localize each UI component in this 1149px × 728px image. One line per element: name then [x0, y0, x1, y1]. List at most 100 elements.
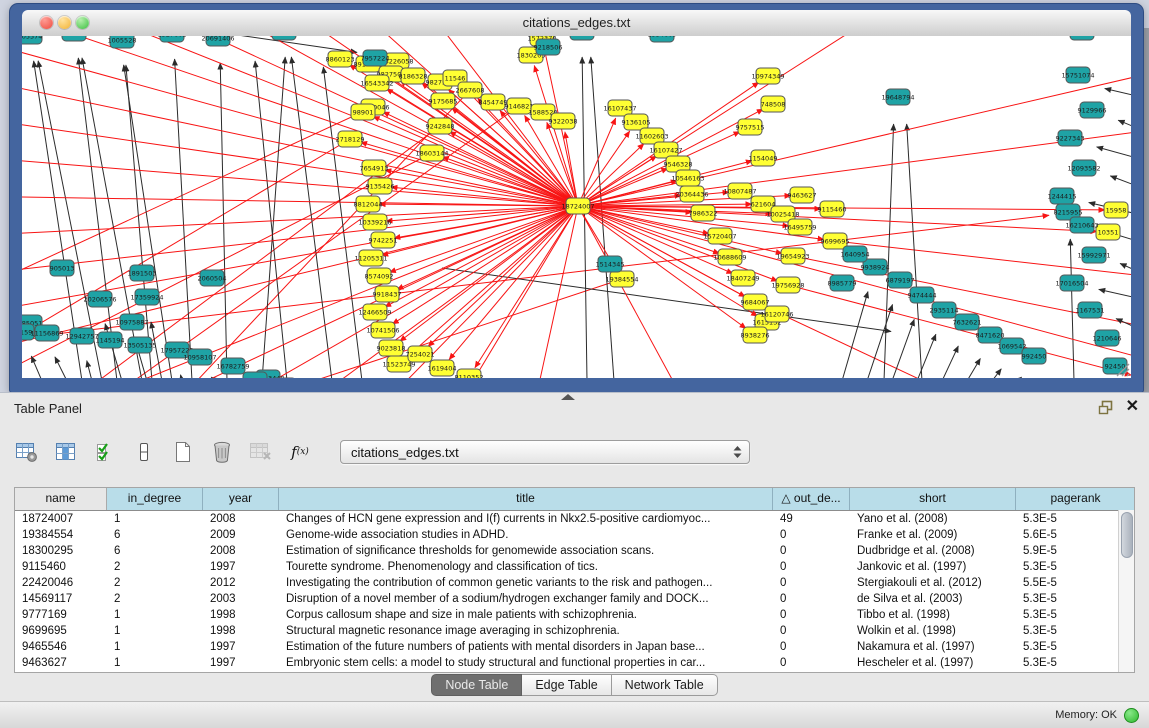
scrollbar-thumb[interactable] [1121, 512, 1133, 558]
table-selector-dropdown[interactable]: citations_edges.txt [340, 440, 750, 464]
delete-entries-icon[interactable] [209, 439, 235, 465]
new-table-icon[interactable] [170, 439, 196, 465]
float-window-icon[interactable] [1098, 400, 1114, 415]
graph-node[interactable]: 7957224 [361, 50, 390, 66]
graph-node[interactable]: 98901 [351, 104, 375, 120]
graph-node[interactable]: 10351 [1096, 224, 1120, 240]
table-vertical-scrollbar[interactable] [1118, 510, 1134, 672]
graph-node[interactable]: 9742251 [369, 232, 398, 248]
graph-node[interactable]: 2718129 [336, 131, 365, 147]
graph-node[interactable]: 13505135 [123, 337, 156, 353]
graph-node[interactable]: 2055317 [60, 36, 89, 41]
graph-node[interactable]: 20691406 [201, 36, 234, 46]
graph-node[interactable]: 9474444 [908, 287, 937, 303]
graph-node[interactable]: 10975887 [115, 314, 148, 330]
splitter-collapse-icon[interactable] [561, 394, 575, 400]
table-row[interactable]: 946362711997Embryonic stem cells: a mode… [15, 655, 1134, 671]
graph-node[interactable]: 17359924 [130, 289, 163, 305]
graph-node[interactable]: 15958 [1104, 202, 1128, 218]
graph-node[interactable]: 12466509 [358, 304, 391, 320]
graph-node[interactable]: 7654913 [360, 160, 389, 176]
graph-node[interactable]: 20206576 [83, 291, 116, 307]
graph-node[interactable]: 19756928 [771, 277, 804, 293]
table-row[interactable]: 2242004622012Investigating the contribut… [15, 575, 1134, 591]
function-builder-icon[interactable]: f(x) [287, 439, 313, 465]
graph-node[interactable]: 8985779 [828, 275, 857, 291]
graph-node[interactable]: 2667608 [456, 82, 485, 98]
graph-node[interactable]: 2935114 [930, 302, 959, 318]
column-header-pagerank[interactable]: pagerank [1016, 488, 1135, 510]
close-panel-icon[interactable]: ✕ [1126, 399, 1139, 415]
graph-node[interactable]: 1527602 [158, 36, 187, 42]
graph-node[interactable]: 16543342 [360, 75, 393, 91]
graph-node[interactable]: 1210646 [1093, 330, 1122, 346]
graph-node[interactable]: 1514345 [596, 256, 625, 272]
graph-node[interactable]: 8860123 [326, 51, 355, 67]
graph-node[interactable]: 8454749 [479, 94, 508, 110]
graph-node[interactable]: 10339216 [358, 214, 391, 230]
graph-node[interactable]: 10974349 [751, 68, 784, 84]
graph-node[interactable]: 12093582 [1067, 160, 1100, 176]
graph-node[interactable]: 19654923 [776, 248, 809, 264]
graph-node[interactable]: 11172 [1070, 36, 1094, 40]
column-header-name[interactable]: name [15, 488, 107, 510]
graph-node[interactable]: 18603144 [415, 145, 448, 161]
graph-node[interactable]: 748508 [761, 96, 786, 112]
table-row[interactable]: 911546021997Tourette syndrome. Phenomeno… [15, 559, 1134, 575]
graph-node[interactable]: 18724007 [561, 198, 594, 214]
graph-node[interactable]: 1145194 [96, 332, 125, 348]
column-header-short[interactable]: short [850, 488, 1016, 510]
graph-node[interactable]: 8812044 [354, 196, 383, 212]
graph-node[interactable]: 20364436 [675, 186, 708, 202]
graph-node[interactable]: 8574092 [365, 268, 394, 284]
table-row[interactable]: 1456911722003Disruption of a novel membe… [15, 591, 1134, 607]
graph-node[interactable]: 9227343 [1056, 130, 1085, 146]
resize-grip-icon[interactable] [1114, 361, 1130, 377]
graph-node[interactable]: 15720407 [703, 228, 736, 244]
delete-table-icon[interactable] [248, 439, 274, 465]
graph-node[interactable]: 10688609 [713, 249, 746, 265]
graph-node[interactable]: 1154049 [749, 150, 778, 166]
graph-node[interactable]: 9684067 [741, 294, 770, 310]
table-settings-icon[interactable] [14, 439, 40, 465]
graph-node[interactable]: 1640954 [841, 246, 870, 262]
graph-node[interactable]: 1913649 [270, 36, 299, 40]
graph-node[interactable]: 10741506 [366, 322, 399, 338]
graph-node[interactable]: 9115460 [818, 201, 847, 217]
graph-node[interactable]: 8186328 [399, 68, 428, 84]
table-row[interactable]: 1830029562008Estimation of significance … [15, 543, 1134, 559]
table-row[interactable]: 1938455462009Genome-wide association stu… [15, 527, 1134, 543]
graph-node[interactable]: 7254021 [406, 346, 435, 362]
column-header-in_degree[interactable]: in_degree [107, 488, 203, 510]
window-titlebar[interactable]: citations_edges.txt [22, 10, 1131, 37]
graph-node[interactable]: 16495759 [783, 219, 816, 235]
graph-node[interactable]: 9242848 [426, 118, 455, 134]
graph-node[interactable]: 1954603 [648, 36, 677, 42]
graph-node[interactable]: 1244415 [1048, 188, 1077, 204]
network-canvas[interactable]: 1872400788601238912954182260589827507818… [22, 36, 1131, 378]
graph-node[interactable]: 16120746 [760, 306, 793, 322]
tab-edge-table[interactable]: Edge Table [522, 674, 611, 696]
graph-node[interactable]: 1619404 [428, 360, 457, 376]
row-height-icon[interactable] [131, 439, 157, 465]
table-row[interactable]: 969969511998Structural magnetic resonanc… [15, 623, 1134, 639]
graph-node[interactable]: 905574 [22, 36, 42, 44]
graph-node[interactable]: 15992971 [1077, 247, 1110, 263]
graph-node[interactable]: 6879197 [886, 272, 915, 288]
column-header-title[interactable]: title [279, 488, 773, 510]
graph-node[interactable]: 9322038 [549, 113, 578, 129]
graph-node[interactable]: 19384554 [605, 271, 638, 287]
graph-node[interactable]: 905013 [50, 260, 75, 276]
graph-node[interactable]: 16782759 [216, 358, 249, 374]
graph-node[interactable]: 12942757 [65, 328, 98, 344]
graph-node[interactable]: 9129966 [1078, 102, 1107, 118]
graph-node[interactable]: 9463627 [788, 187, 817, 203]
graph-node[interactable]: 8110352 [455, 369, 484, 378]
graph-node[interactable]: 11156869 [30, 325, 63, 341]
graph-node[interactable]: 992450 [1022, 348, 1047, 364]
graph-node[interactable]: 7986322 [689, 205, 718, 221]
graph-node[interactable]: 18407249 [726, 270, 759, 286]
graph-node[interactable]: 2060504 [198, 270, 227, 286]
graph-node[interactable]: 1005528 [108, 36, 137, 48]
graph-node[interactable]: 1891503 [128, 265, 157, 281]
